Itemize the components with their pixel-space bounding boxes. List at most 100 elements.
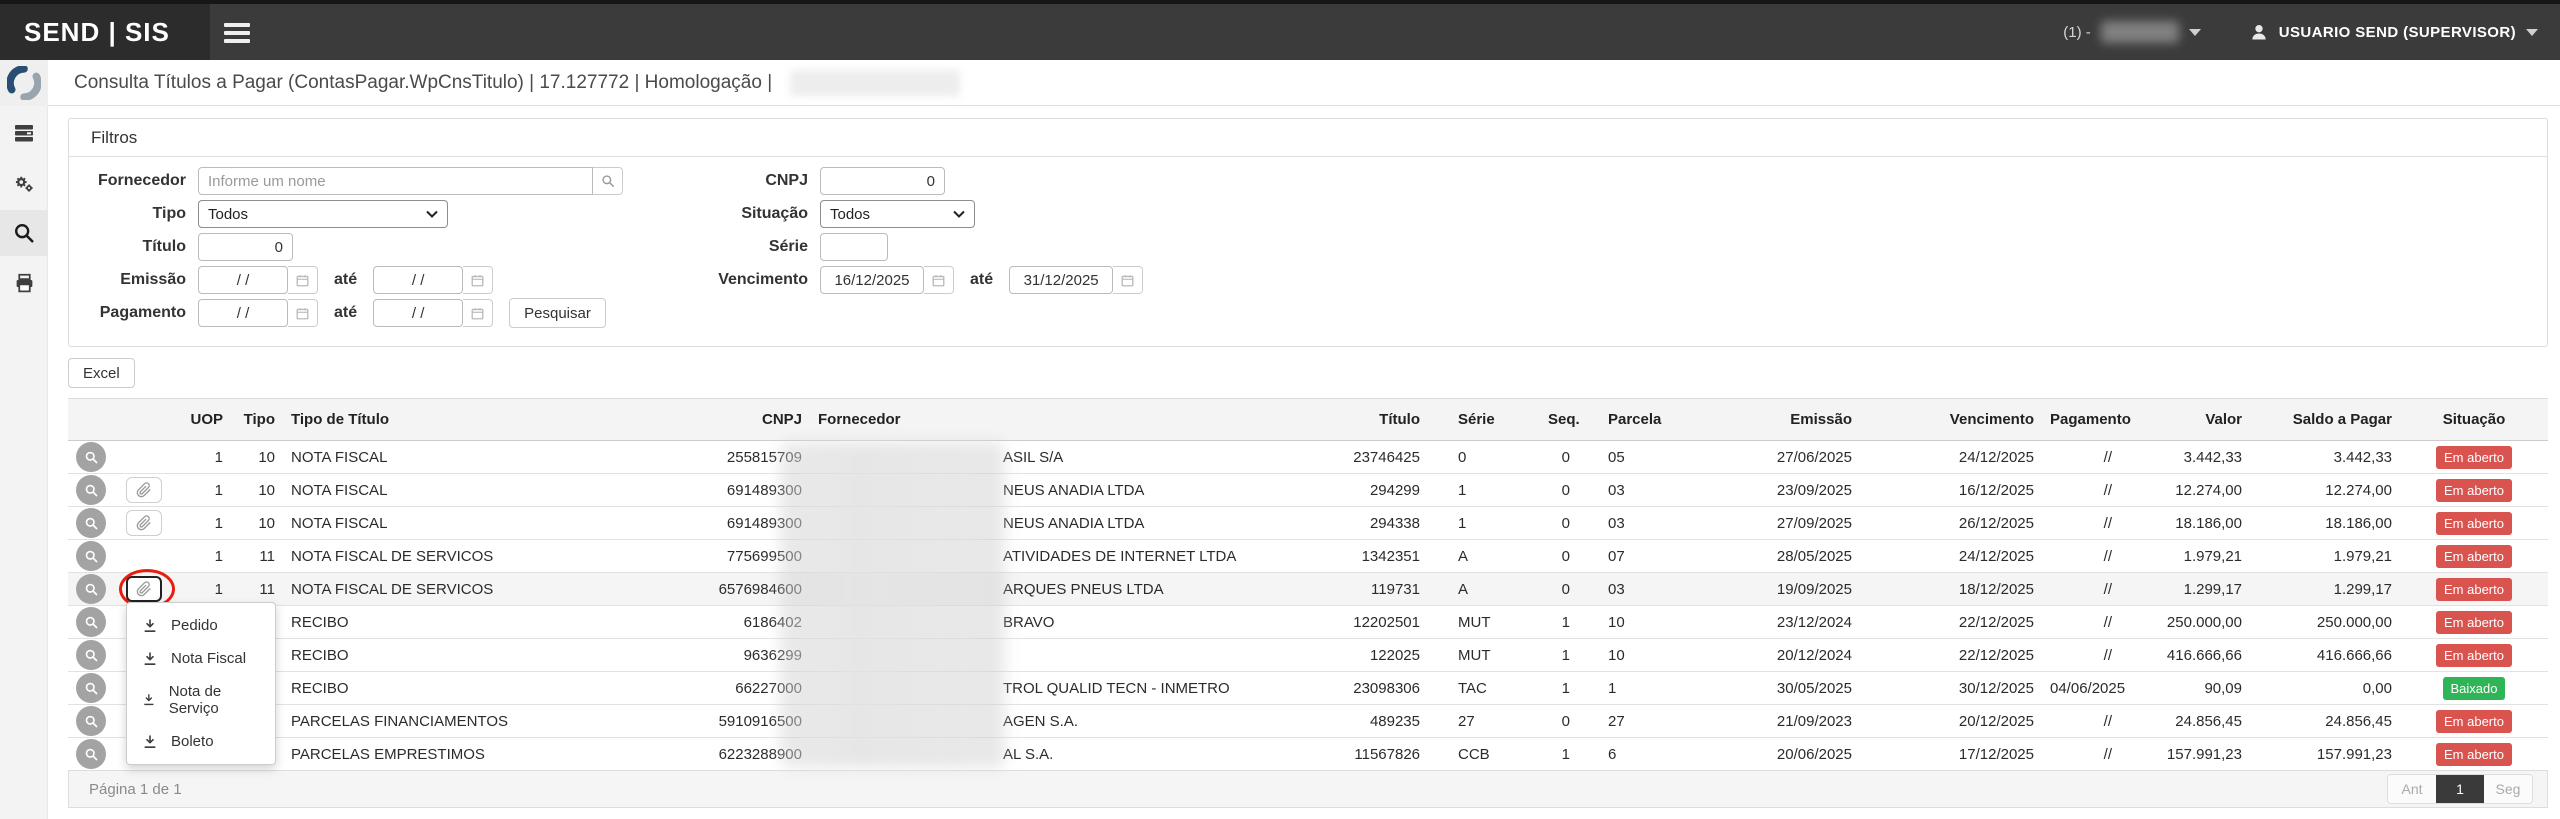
- calendar-icon[interactable]: [924, 266, 954, 294]
- calendar-icon[interactable]: [463, 299, 493, 327]
- serie-input[interactable]: [820, 233, 888, 261]
- search-icon: [84, 549, 99, 564]
- fornecedor-label: Fornecedor: [69, 172, 186, 190]
- cell-titulo: 122025: [1330, 639, 1450, 672]
- row-detail-button[interactable]: [76, 706, 106, 736]
- row-detail-button[interactable]: [76, 640, 106, 670]
- cell-valor: 1.979,21: [2152, 540, 2250, 573]
- row-detail-button[interactable]: [76, 475, 106, 505]
- pagination-bar: Página 1 de 1 Ant 1 Seg: [68, 770, 2548, 808]
- column-header: Seq.: [1540, 399, 1600, 441]
- titulo-input[interactable]: [198, 233, 293, 261]
- cell-vencimento: 30/12/2025: [1860, 672, 2042, 705]
- row-detail-button[interactable]: [76, 574, 106, 604]
- search-icon: [84, 615, 99, 630]
- attachments-menu: Pedido Nota Fiscal Nota de Serviço Bolet…: [126, 602, 276, 765]
- cell-saldo: 1.979,21: [2250, 540, 2400, 573]
- cell-vencimento: 20/12/2025: [1860, 705, 2042, 738]
- cell-vencimento: 17/12/2025: [1860, 738, 2042, 771]
- settings-gears-icon: [13, 172, 35, 194]
- row-detail-button[interactable]: [76, 673, 106, 703]
- row-detail-button[interactable]: [76, 508, 106, 538]
- search-icon: [84, 648, 99, 663]
- row-detail-button[interactable]: [76, 739, 106, 769]
- menu-item[interactable]: Boleto: [127, 725, 275, 758]
- cell-parcela: 1: [1600, 672, 1672, 705]
- hamburger-menu-icon[interactable]: [224, 19, 252, 45]
- tipo-select[interactable]: Todos: [198, 200, 448, 228]
- cell-tipo: 10: [231, 507, 283, 540]
- cell-seq: 0: [1540, 705, 1600, 738]
- vencimento-to-input[interactable]: [1009, 266, 1113, 294]
- cell-pagamento: //: [2042, 738, 2152, 771]
- cell-saldo: 416.666,66: [2250, 639, 2400, 672]
- row-detail-button[interactable]: [76, 541, 106, 571]
- chevron-down-icon: [953, 210, 965, 218]
- row-detail-button[interactable]: [76, 607, 106, 637]
- search-icon: [84, 516, 99, 531]
- titlebar: Consulta Títulos a Pagar (ContasPagar.Wp…: [48, 60, 2560, 106]
- cell-parcela: 10: [1600, 606, 1672, 639]
- status-badge: Em aberto: [2436, 644, 2512, 667]
- cell-titulo: 489235: [1330, 705, 1450, 738]
- column-header: CNPJ: [693, 399, 810, 441]
- cell-situacao: Em aberto: [2400, 441, 2548, 474]
- page-1-button[interactable]: 1: [2436, 775, 2484, 803]
- pagamento-to-input[interactable]: [373, 299, 463, 327]
- calendar-icon[interactable]: [288, 299, 318, 327]
- sidebar-item-records[interactable]: [0, 110, 48, 156]
- menu-item[interactable]: Pedido: [127, 609, 275, 642]
- pagamento-from-input[interactable]: [198, 299, 288, 327]
- status-badge: Em aberto: [2436, 710, 2512, 733]
- table-row: 1 52 PARCELAS FINANCIAMENTOS 5910916500 …: [68, 705, 2548, 738]
- cell-valor: 3.442,33: [2152, 441, 2250, 474]
- sidebar-item-settings[interactable]: [0, 160, 48, 206]
- sidebar-item-print[interactable]: [0, 260, 48, 306]
- next-page-button[interactable]: Seg: [2484, 775, 2532, 803]
- prev-page-button[interactable]: Ant: [2388, 775, 2436, 803]
- cell-valor: 18.186,00: [2152, 507, 2250, 540]
- attachments-button[interactable]: [126, 510, 162, 536]
- calendar-icon[interactable]: [1113, 266, 1143, 294]
- emissao-to-input[interactable]: [373, 266, 463, 294]
- chevron-down-icon: [2526, 29, 2538, 36]
- menu-item-label: Nota de Serviço: [169, 683, 260, 717]
- column-header: Parcela: [1600, 399, 1672, 441]
- cell-titulo: 294338: [1330, 507, 1450, 540]
- column-header: [118, 399, 176, 441]
- cell-saldo: 18.186,00: [2250, 507, 2400, 540]
- pesquisar-button[interactable]: Pesquisar: [509, 298, 606, 328]
- cell-saldo: 157.991,23: [2250, 738, 2400, 771]
- cell-tipo: 10: [231, 474, 283, 507]
- cell-pagamento: //: [2042, 705, 2152, 738]
- cell-serie: 1: [1450, 474, 1540, 507]
- cell-serie: MUT: [1450, 639, 1540, 672]
- menu-item[interactable]: Nota de Serviço: [127, 675, 275, 725]
- row-detail-button[interactable]: [76, 442, 106, 472]
- emissao-from-input[interactable]: [198, 266, 288, 294]
- sidebar-item-search[interactable]: [0, 210, 48, 256]
- sidebar: [0, 60, 48, 819]
- menu-item[interactable]: Nota Fiscal: [127, 642, 275, 675]
- column-header: Saldo a Pagar: [2250, 399, 2400, 441]
- cnpj-input[interactable]: [820, 167, 945, 195]
- excel-export-button[interactable]: Excel: [68, 358, 135, 388]
- situacao-select[interactable]: Todos: [820, 200, 975, 228]
- cell-emissao: 28/05/2025: [1672, 540, 1860, 573]
- user-menu[interactable]: USUARIO SEND (SUPERVISOR): [2249, 22, 2538, 42]
- fornecedor-input[interactable]: [198, 167, 593, 195]
- attachments-button[interactable]: [126, 477, 162, 503]
- cell-emissao: 27/09/2025: [1672, 507, 1860, 540]
- status-badge: Em aberto: [2436, 611, 2512, 634]
- cell-emissao: 27/06/2025: [1672, 441, 1860, 474]
- fornecedor-search-button[interactable]: [593, 167, 623, 195]
- company-selector[interactable]: (1) -: [2063, 21, 2201, 43]
- cell-tipo: 11: [231, 540, 283, 573]
- calendar-icon[interactable]: [288, 266, 318, 294]
- status-badge: Em aberto: [2436, 545, 2512, 568]
- calendar-icon[interactable]: [463, 266, 493, 294]
- attachments-button[interactable]: [126, 576, 162, 602]
- vencimento-from-input[interactable]: [820, 266, 924, 294]
- tipo-selected-value: Todos: [208, 206, 248, 223]
- cell-vencimento: 24/12/2025: [1860, 540, 2042, 573]
